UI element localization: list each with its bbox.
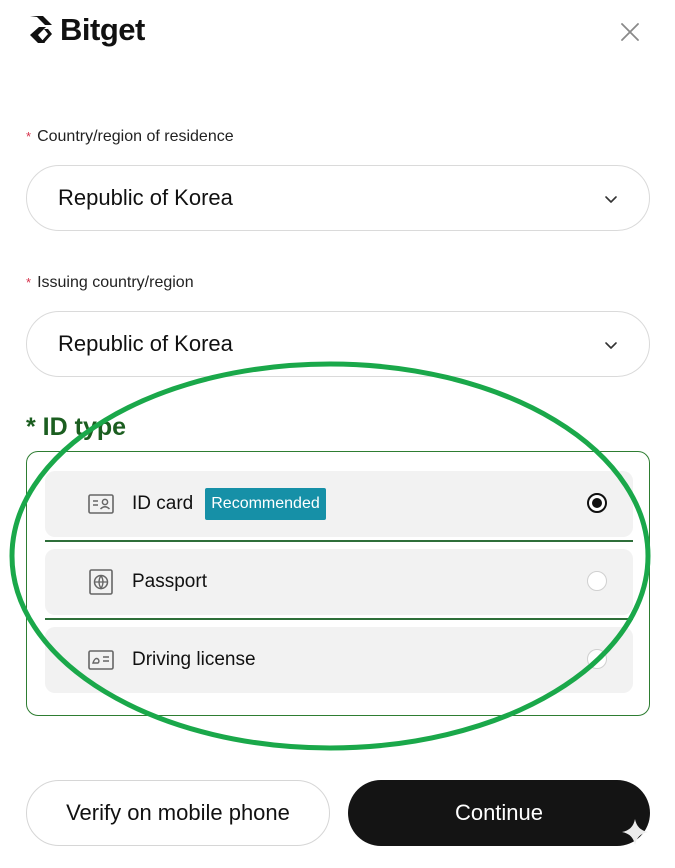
logo-text: Bitget bbox=[60, 12, 145, 47]
radio-unselected[interactable] bbox=[587, 649, 607, 669]
chevron-down-icon bbox=[605, 342, 617, 349]
driving-license-option-label: Driving license bbox=[132, 649, 256, 670]
bitget-logo: Bitget bbox=[26, 12, 145, 48]
passport-option-label: Passport bbox=[132, 571, 207, 592]
residence-label-text: Country/region of residence bbox=[37, 128, 234, 145]
radio-selected[interactable] bbox=[587, 493, 607, 513]
required-mark: * bbox=[26, 275, 32, 290]
issuing-value: Republic of Korea bbox=[58, 331, 233, 356]
recommended-badge: Recommended bbox=[205, 488, 326, 520]
verify-on-mobile-button[interactable]: Verify on mobile phone bbox=[26, 780, 330, 846]
id-option-label: ID card bbox=[132, 493, 194, 514]
id-type-title: * ID type bbox=[26, 413, 127, 441]
id-type-group: ID card Recommended Passport Driving lic… bbox=[26, 451, 650, 716]
id-option-driving-license[interactable]: Driving license bbox=[45, 627, 633, 693]
bitget-logo-icon bbox=[30, 16, 52, 43]
option-divider bbox=[45, 540, 633, 542]
option-divider bbox=[45, 618, 633, 620]
id-option-id-card[interactable]: ID card Recommended bbox=[45, 471, 633, 537]
passport-icon bbox=[89, 569, 113, 595]
residence-select[interactable]: Republic of Korea bbox=[26, 165, 650, 231]
close-icon[interactable] bbox=[616, 18, 644, 46]
driving-license-icon bbox=[88, 650, 114, 670]
continue-button[interactable]: Continue bbox=[348, 780, 650, 846]
residence-label: * Country/region of residence bbox=[26, 128, 234, 146]
id-card-icon bbox=[88, 494, 114, 514]
id-option-passport[interactable]: Passport bbox=[45, 549, 633, 615]
issuing-select[interactable]: Republic of Korea bbox=[26, 311, 650, 377]
chevron-down-icon bbox=[605, 196, 617, 203]
issuing-label-text: Issuing country/region bbox=[37, 274, 194, 291]
required-mark: * bbox=[26, 129, 32, 144]
radio-unselected[interactable] bbox=[587, 571, 607, 591]
issuing-label: * Issuing country/region bbox=[26, 274, 194, 292]
residence-value: Republic of Korea bbox=[58, 185, 233, 210]
